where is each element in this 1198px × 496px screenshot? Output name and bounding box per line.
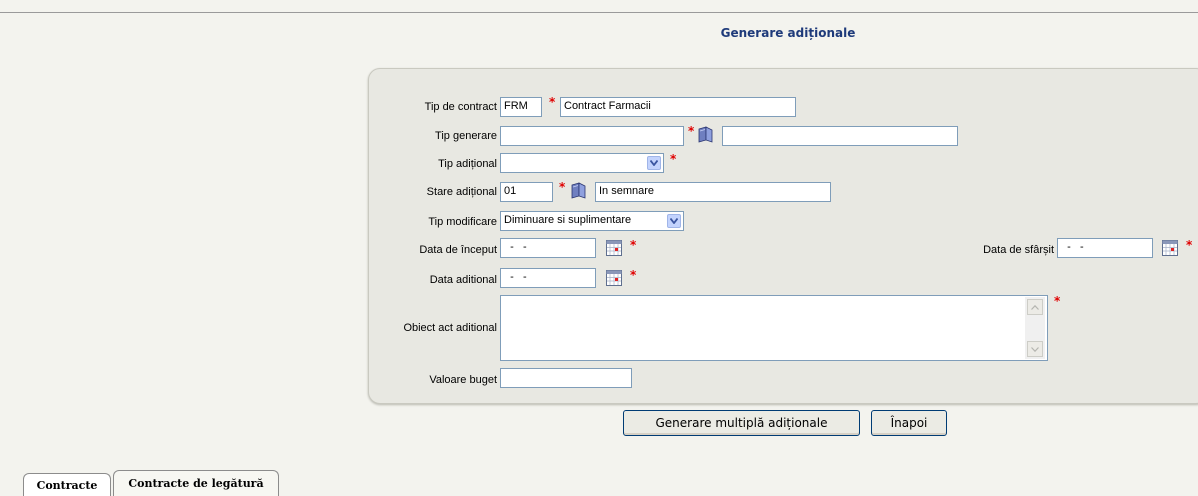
tip-modificare-label: Tip modificare (428, 216, 497, 228)
chevron-down-icon[interactable] (647, 156, 661, 170)
tip-contract-label: Tip de contract (424, 101, 497, 113)
tip-generare-name-input[interactable] (722, 126, 958, 146)
data-inceput-input[interactable]: - - (500, 238, 596, 258)
stare-aditional-code-input[interactable]: 01 (500, 182, 553, 202)
required-marker: * (630, 268, 637, 282)
back-button[interactable]: Înapoi (871, 410, 947, 436)
data-sfarsit-input[interactable]: - - (1057, 238, 1153, 258)
data-aditional-label: Data aditional (429, 274, 497, 286)
top-divider (0, 12, 1198, 13)
tip-generare-code-input[interactable] (500, 126, 684, 146)
valoare-buget-input[interactable] (500, 368, 632, 388)
valoare-buget-label: Valoare buget (429, 374, 497, 386)
required-marker: * (559, 180, 566, 194)
chevron-down-icon[interactable] (667, 214, 681, 228)
tip-generare-label: Tip generare (435, 130, 497, 142)
tab-contracte[interactable]: Contracte (23, 473, 111, 496)
required-marker: * (688, 124, 695, 138)
lookup-book-icon[interactable] (697, 126, 714, 143)
stare-aditional-name-input[interactable]: In semnare (595, 182, 831, 202)
required-marker: * (1054, 294, 1061, 308)
generate-button[interactable]: Generare multiplă adiționale (623, 410, 860, 436)
required-marker: * (670, 152, 677, 166)
data-inceput-label: Data de început (419, 244, 497, 256)
scroll-up-button[interactable] (1027, 299, 1043, 315)
tip-modificare-value: Diminuare si suplimentare (504, 214, 632, 226)
stare-aditional-label: Stare adițional (426, 186, 497, 198)
data-aditional-input[interactable]: - - (500, 268, 596, 288)
tab-contracte-legatura[interactable]: Contracte de legătură (113, 470, 279, 496)
data-sfarsit-label: Data de sfârșit (983, 244, 1054, 256)
tip-aditional-select[interactable] (500, 153, 664, 173)
tip-contract-code-input[interactable]: FRM (500, 97, 542, 117)
obiect-act-label: Obiect act aditional (403, 322, 497, 334)
calendar-icon[interactable] (606, 240, 622, 256)
required-marker: * (630, 238, 637, 252)
required-marker: * (1186, 238, 1193, 252)
tip-modificare-select[interactable]: Diminuare si suplimentare (500, 211, 684, 231)
required-marker: * (549, 95, 556, 109)
tip-aditional-label: Tip adițional (438, 158, 497, 170)
textarea-scrollbar[interactable] (1025, 297, 1045, 359)
tip-contract-name-input[interactable]: Contract Farmacii (560, 97, 796, 117)
page-title: Generare adiționale (720, 26, 856, 40)
calendar-icon[interactable] (606, 270, 622, 286)
obiect-act-textarea[interactable] (500, 295, 1048, 361)
scroll-down-button[interactable] (1027, 341, 1043, 357)
calendar-icon[interactable] (1162, 240, 1178, 256)
lookup-book-icon[interactable] (570, 182, 587, 199)
